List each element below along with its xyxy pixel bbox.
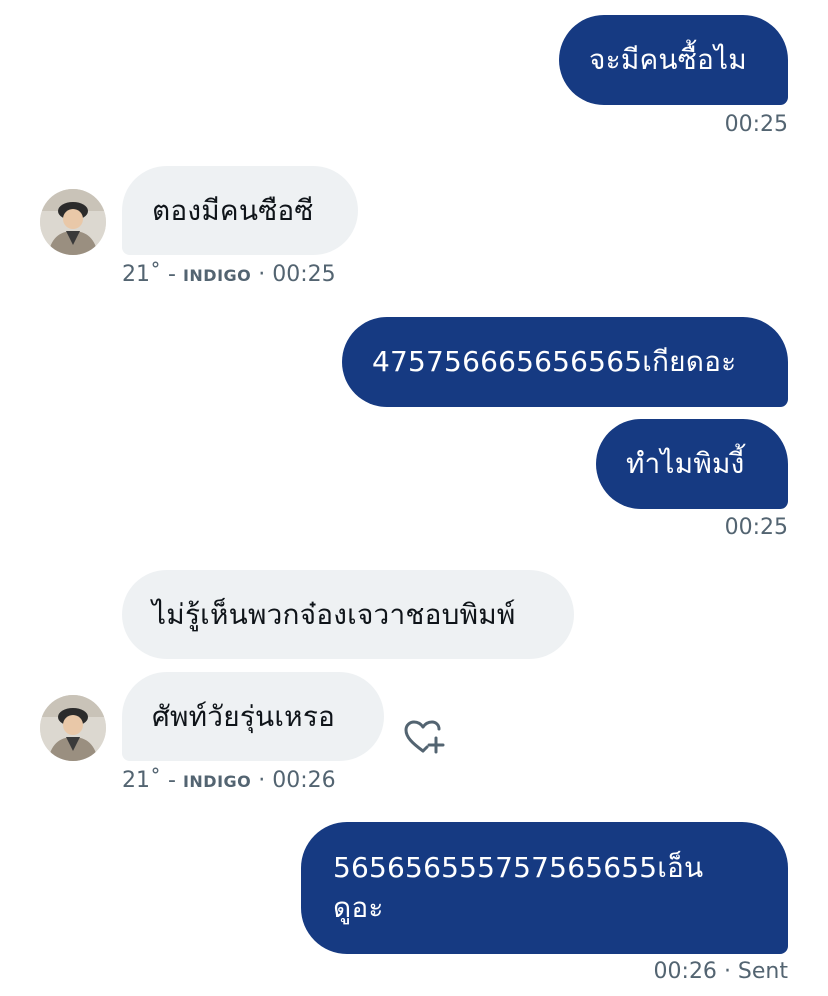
outgoing-message[interactable]: 475756665656565เกียดอะ	[342, 317, 788, 407]
meta-time: · 00:25	[258, 262, 336, 287]
incoming-message[interactable]: ตองมีคนซือซี	[122, 166, 358, 255]
message-meta: 00:26 · Sent	[654, 959, 788, 985]
message-text: 475756665656565เกียดอะ	[372, 345, 737, 378]
meta-degree: 21˚ -	[122, 768, 176, 793]
message-text: ทำไมพิมงี้	[626, 447, 745, 480]
user-avatar-icon	[40, 189, 106, 255]
avatar[interactable]	[40, 695, 106, 761]
meta-time: 00:26	[653, 959, 717, 984]
add-reaction-button[interactable]	[402, 718, 446, 758]
heart-plus-icon	[404, 720, 445, 754]
message-text: ศัพท์วัยรุ่นเหรอ	[152, 699, 336, 733]
outgoing-message[interactable]: จะมีคนซื้อไม	[559, 15, 788, 105]
sent-status: · Sent	[723, 959, 788, 984]
message-text-line1: 565656555757565655เอ็น	[333, 851, 704, 884]
message-timestamp: 00:25	[724, 515, 788, 540]
message-meta: 21˚ - INDIGO · 00:26	[122, 768, 336, 795]
message-text-line2: ดูอะ	[333, 891, 384, 924]
user-avatar-icon	[40, 695, 106, 761]
message-timestamp: 00:25	[724, 112, 788, 137]
meta-brand: INDIGO	[182, 266, 252, 285]
meta-brand: INDIGO	[182, 772, 252, 791]
outgoing-message[interactable]: 565656555757565655เอ็น ดูอะ	[301, 822, 788, 954]
message-text: จะมีคนซื้อไม	[589, 43, 747, 76]
meta-time: · 00:26	[258, 768, 336, 793]
message-meta: 21˚ - INDIGO · 00:25	[122, 262, 336, 289]
message-text: ไม่รู้เห็นพวกจ๋องเจวาชอบพิมพ์	[152, 597, 516, 631]
outgoing-message[interactable]: ทำไมพิมงี้	[596, 419, 788, 509]
incoming-message[interactable]: ศัพท์วัยรุ่นเหรอ	[122, 672, 384, 761]
avatar[interactable]	[40, 189, 106, 255]
meta-degree: 21˚ -	[122, 262, 176, 287]
message-text: ตองมีคนซือซี	[152, 193, 314, 227]
incoming-message[interactable]: ไม่รู้เห็นพวกจ๋องเจวาชอบพิมพ์	[122, 570, 574, 659]
